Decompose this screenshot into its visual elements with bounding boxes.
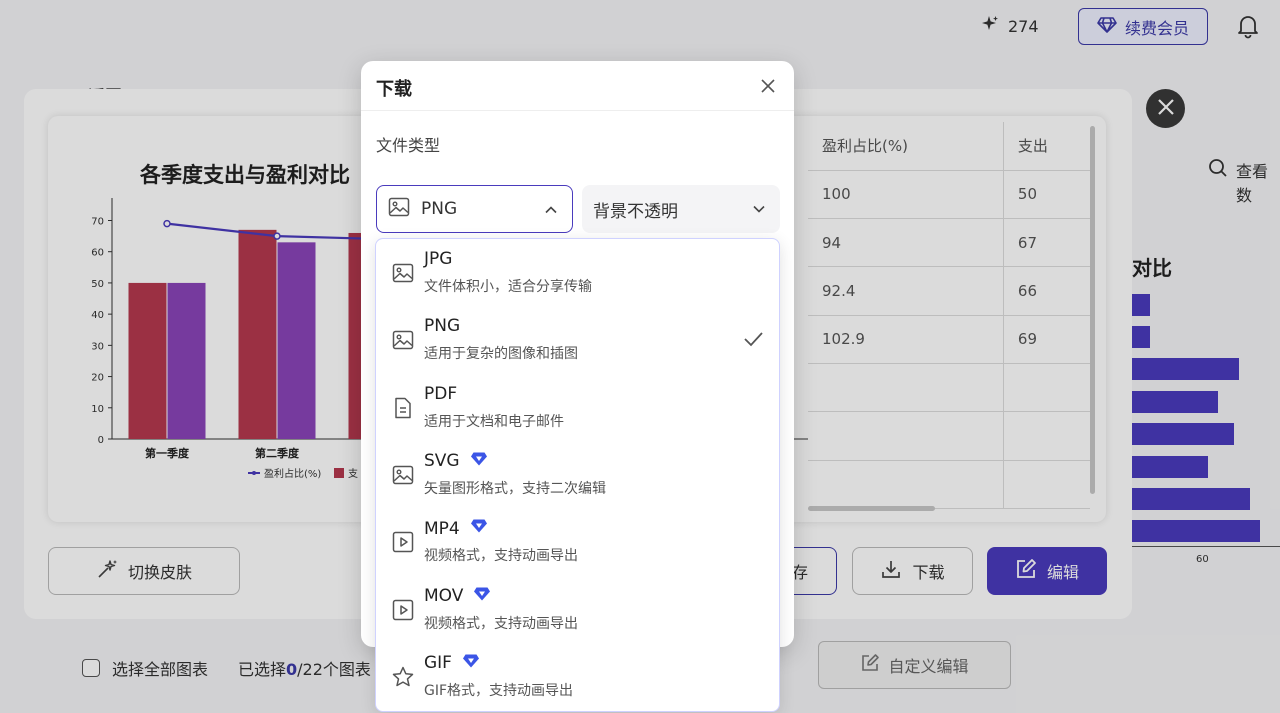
- option-name-row: PDF: [424, 384, 457, 404]
- option-description: 适用于文档和电子邮件: [424, 413, 564, 430]
- file-type-select[interactable]: PNG: [376, 185, 573, 233]
- option-description: 视频格式，支持动画导出: [424, 548, 578, 565]
- option-name-row: MP4: [424, 518, 488, 539]
- video-icon: [391, 598, 415, 622]
- sparkle-star-icon: [391, 665, 415, 689]
- download-dialog-header: 下载: [361, 61, 794, 111]
- background-option-select[interactable]: 背景不透明: [582, 185, 780, 233]
- option-name: JPG: [424, 249, 453, 269]
- option-name: MP4: [424, 518, 460, 539]
- file-type-label: 文件类型: [376, 136, 441, 155]
- file-type-dropdown: JPG 文件体积小，适合分享传输 PNG 适用于复杂的图像和插图 PDF 适用于文档和电子…: [375, 238, 780, 712]
- premium-diamond-icon: [470, 451, 488, 472]
- option-description: 矢量图形格式，支持二次编辑: [424, 480, 606, 497]
- premium-diamond-icon: [470, 518, 488, 539]
- option-name: GIF: [424, 653, 452, 674]
- close-icon: [761, 79, 775, 93]
- option-description: 视频格式，支持动画导出: [424, 615, 578, 632]
- document-icon: [391, 396, 415, 420]
- option-name-row: MOV: [424, 586, 491, 607]
- background-option-value: 背景不透明: [593, 201, 678, 222]
- option-name-row: PNG: [424, 316, 460, 336]
- file-type-option-gif[interactable]: GIF GIF格式，支持动画导出: [376, 643, 779, 710]
- image-icon: [387, 195, 411, 224]
- option-name-row: GIF: [424, 653, 480, 674]
- file-type-option-svg[interactable]: SVG 矢量图形格式，支持二次编辑: [376, 441, 779, 508]
- option-name: MOV: [424, 586, 464, 606]
- image-icon: [391, 328, 415, 352]
- option-description: 文件体积小，适合分享传输: [424, 279, 592, 295]
- video-icon: [391, 530, 415, 554]
- download-dialog-title: 下载: [376, 79, 412, 100]
- file-type-option-mov[interactable]: MOV 视频格式，支持动画导出: [376, 576, 779, 643]
- premium-diamond-icon: [473, 586, 491, 607]
- file-type-value: PNG: [421, 199, 458, 219]
- file-type-option-mp4[interactable]: MP4 视频格式，支持动画导出: [376, 508, 779, 575]
- option-description: 适用于复杂的图像和插图: [424, 346, 578, 363]
- close-download-dialog-button[interactable]: [759, 77, 777, 95]
- chevron-down-icon: [752, 201, 766, 221]
- option-name-row: JPG: [424, 249, 452, 269]
- option-name: PDF: [424, 383, 458, 404]
- file-type-option-jpg[interactable]: JPG 文件体积小，适合分享传输: [376, 239, 779, 306]
- chevron-up-icon: [544, 202, 558, 222]
- option-name: SVG: [424, 451, 460, 472]
- image-icon: [391, 261, 415, 285]
- image-icon: [391, 463, 415, 487]
- option-name: PNG: [424, 316, 461, 337]
- premium-diamond-icon: [462, 653, 480, 674]
- file-type-option-pdf[interactable]: PDF 适用于文档和电子邮件: [376, 374, 779, 441]
- file-type-option-png[interactable]: PNG 适用于复杂的图像和插图: [376, 306, 779, 373]
- option-name-row: SVG: [424, 451, 488, 472]
- checkmark-icon: [742, 328, 764, 354]
- option-description: GIF格式，支持动画导出: [424, 682, 574, 699]
